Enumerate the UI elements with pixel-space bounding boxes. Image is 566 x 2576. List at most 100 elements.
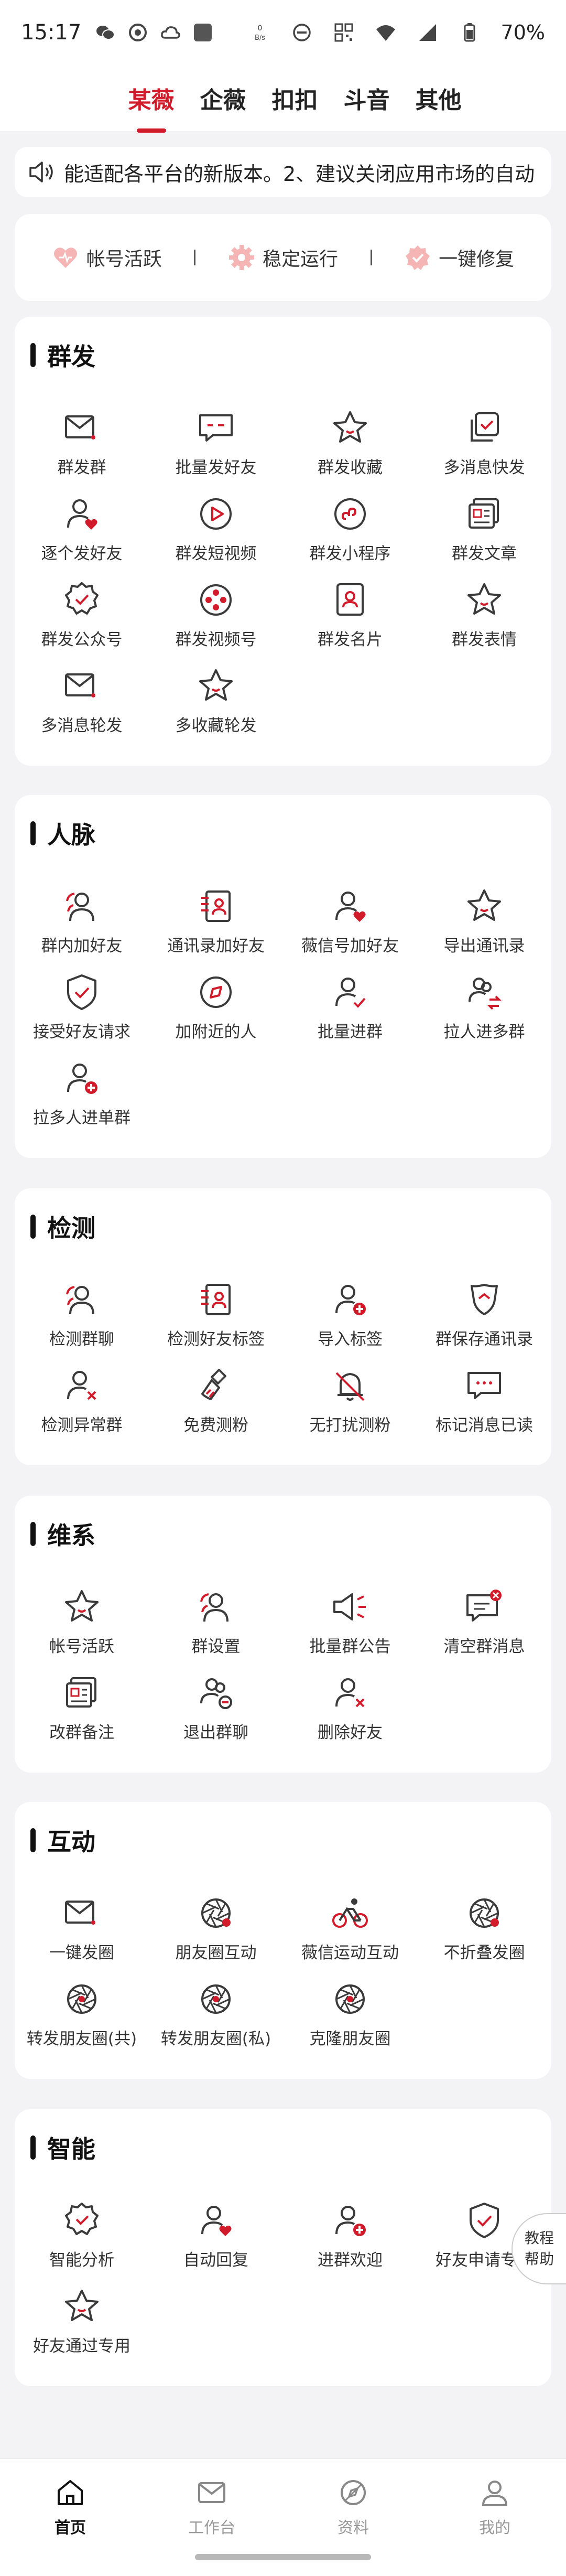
feature-qunfa-1[interactable]: 批量发好友 — [149, 407, 283, 493]
feature-renmai-7[interactable]: 拉人进多群 — [417, 971, 551, 1057]
nav-mine[interactable]: 我的 — [453, 2477, 537, 2538]
feature-renmai-5[interactable]: 加附近的人 — [149, 971, 283, 1057]
feature-hudong-1[interactable]: 朋友圈互动 — [149, 1892, 283, 1978]
tab-qiwei[interactable]: 企薇 — [187, 81, 259, 115]
feature-qunfa-0[interactable]: 群发群 — [15, 407, 149, 493]
signal-icon — [417, 22, 438, 43]
section-grid: 群发群 批量发好友 群发收藏 多消息快发逐个发好友 群发短视频 群发小程序 群发文章群发公众… — [15, 407, 551, 751]
feature-hudong-5[interactable]: 转发朋友圈(私) — [149, 1978, 283, 2064]
moments-icon — [195, 1892, 237, 1934]
mail-icon — [61, 1892, 103, 1934]
feature-renmai-0[interactable]: 群内加好友 — [15, 885, 149, 971]
nav-home[interactable]: 首页 — [28, 2477, 112, 2538]
feature-jiance-7[interactable]: 标记消息已读 — [417, 1365, 551, 1451]
feature-weixi-0[interactable]: 帐号活跃 — [15, 1586, 149, 1672]
feature-label: 清空群消息 — [443, 1637, 525, 1656]
feature-zhineng-4[interactable]: 好友通过专用 — [15, 2285, 149, 2371]
tab-douyin[interactable]: 斗音 — [331, 81, 402, 115]
feature-qunfa-10[interactable]: 群发名片 — [283, 579, 417, 665]
feature-qunfa-2[interactable]: 群发收藏 — [283, 407, 417, 493]
feature-label: 改群备注 — [49, 1723, 114, 1742]
feature-hudong-2[interactable]: 薇信运动互动 — [283, 1892, 417, 1978]
feature-jiance-3[interactable]: 群保存通讯录 — [417, 1279, 551, 1365]
feature-jiance-0[interactable]: 检测群聊 — [15, 1279, 149, 1365]
sticker-star-icon — [463, 579, 505, 621]
section-title: 检测 — [30, 1209, 95, 1244]
feature-qunfa-4[interactable]: 逐个发好友 — [15, 493, 149, 579]
feature-jiance-6[interactable]: 无打扰测粉 — [283, 1365, 417, 1451]
feature-zhineng-0[interactable]: 智能分析 — [15, 2199, 149, 2285]
user-icon — [479, 2477, 510, 2510]
feature-label: 好友通过专用 — [33, 2337, 130, 2356]
feature-renmai-1[interactable]: 通讯录加好友 — [149, 885, 283, 971]
nav-materials[interactable]: 资料 — [311, 2477, 395, 2538]
feature-label: 不折叠发圈 — [443, 1944, 525, 1962]
feature-hudong-6[interactable]: 克隆朋友圈 — [283, 1978, 417, 2064]
feature-qunfa-7[interactable]: 群发文章 — [417, 493, 551, 579]
group-users-icon — [195, 1586, 237, 1628]
quick-actions: 帐号活跃 稳定运行 一键修复 — [15, 214, 551, 301]
mail-icon — [196, 2477, 227, 2510]
feature-label: 群发群 — [57, 458, 106, 477]
badge-check-icon — [404, 244, 431, 271]
feature-renmai-2[interactable]: 薇信号加好友 — [283, 885, 417, 971]
feature-jiance-5[interactable]: 免费测粉 — [149, 1365, 283, 1451]
quick-stable-run-label: 稳定运行 — [262, 249, 338, 270]
feature-renmai-8[interactable]: 拉多人进单群 — [15, 1057, 149, 1143]
help-label-line2: 帮助 — [524, 2250, 554, 2268]
tab-other[interactable]: 其他 — [402, 81, 474, 115]
users-swap-icon — [463, 971, 505, 1013]
feature-qunfa-5[interactable]: 群发短视频 — [149, 493, 283, 579]
feature-qunfa-12[interactable]: 多消息轮发 — [15, 665, 149, 751]
feature-qunfa-8[interactable]: 群发公众号 — [15, 579, 149, 665]
wechat-icon — [95, 22, 116, 43]
feature-renmai-3[interactable]: 导出通讯录 — [417, 885, 551, 971]
quick-account-active[interactable]: 帐号活跃 — [52, 244, 162, 271]
feature-weixi-4[interactable]: 改群备注 — [15, 1672, 149, 1758]
feature-jiance-1[interactable]: 检测好友标签 — [149, 1279, 283, 1365]
feature-zhineng-1[interactable]: 自动回复 — [149, 2199, 283, 2285]
svg-text:0: 0 — [257, 24, 262, 33]
quick-stable-run[interactable]: 稳定运行 — [228, 244, 338, 271]
tab-koukou[interactable]: 扣扣 — [259, 81, 331, 115]
feature-hudong-3[interactable]: 不折叠发圈 — [417, 1892, 551, 1978]
feature-weixi-2[interactable]: 批量群公告 — [283, 1586, 417, 1672]
feature-label: 薇信号加好友 — [301, 937, 399, 956]
quick-one-click-repair[interactable]: 一键修复 — [404, 244, 514, 271]
user-check-icon — [329, 971, 371, 1013]
feature-label: 无打扰测粉 — [309, 1416, 391, 1435]
feature-qunfa-9[interactable]: 群发视频号 — [149, 579, 283, 665]
home-indicator — [195, 2554, 371, 2560]
feature-renmai-6[interactable]: 批量进群 — [283, 971, 417, 1057]
feature-label: 拉多人进单群 — [33, 1109, 130, 1128]
feature-jiance-4[interactable]: 检测异常群 — [15, 1365, 149, 1451]
feature-hudong-4[interactable]: 转发朋友圈(共) — [15, 1978, 149, 2064]
tab-mouwei[interactable]: 某薇 — [115, 81, 187, 115]
chat-icon — [195, 407, 237, 449]
feature-jiance-2[interactable]: 导入标签 — [283, 1279, 417, 1365]
feature-zhineng-2[interactable]: 进群欢迎 — [283, 2199, 417, 2285]
feature-label: 批量群公告 — [309, 1637, 391, 1656]
feature-weixi-1[interactable]: 群设置 — [149, 1586, 283, 1672]
feature-qunfa-6[interactable]: 群发小程序 — [283, 493, 417, 579]
feature-weixi-6[interactable]: 删除好友 — [283, 1672, 417, 1758]
article-icon — [463, 493, 505, 535]
nav-workbench[interactable]: 工作台 — [170, 2477, 254, 2538]
feature-qunfa-11[interactable]: 群发表情 — [417, 579, 551, 665]
shield-check-icon — [61, 971, 103, 1013]
feature-qunfa-3[interactable]: 多消息快发 — [417, 407, 551, 493]
settings-status-icon — [127, 22, 148, 43]
feature-hudong-0[interactable]: 一键发圈 — [15, 1892, 149, 1978]
feature-qunfa-13[interactable]: 多收藏轮发 — [149, 665, 283, 751]
star-icon — [329, 407, 371, 449]
feature-weixi-3[interactable]: 清空群消息 — [417, 1586, 551, 1672]
quick-account-active-label: 帐号活跃 — [86, 249, 162, 270]
top-tabs: 某薇 企薇 扣扣 斗音 其他 — [0, 65, 566, 131]
nav-materials-label: 资料 — [338, 2519, 369, 2537]
notice-bar[interactable]: 能适配各平台的新版本。2、建议关闭应用市场的自动 — [15, 147, 551, 197]
feature-weixi-5[interactable]: 退出群聊 — [149, 1672, 283, 1758]
feature-renmai-4[interactable]: 接受好友请求 — [15, 971, 149, 1057]
feature-label: 多收藏轮发 — [175, 716, 257, 735]
battery-percent: 70% — [500, 21, 545, 44]
section-title: 人脉 — [30, 816, 95, 851]
